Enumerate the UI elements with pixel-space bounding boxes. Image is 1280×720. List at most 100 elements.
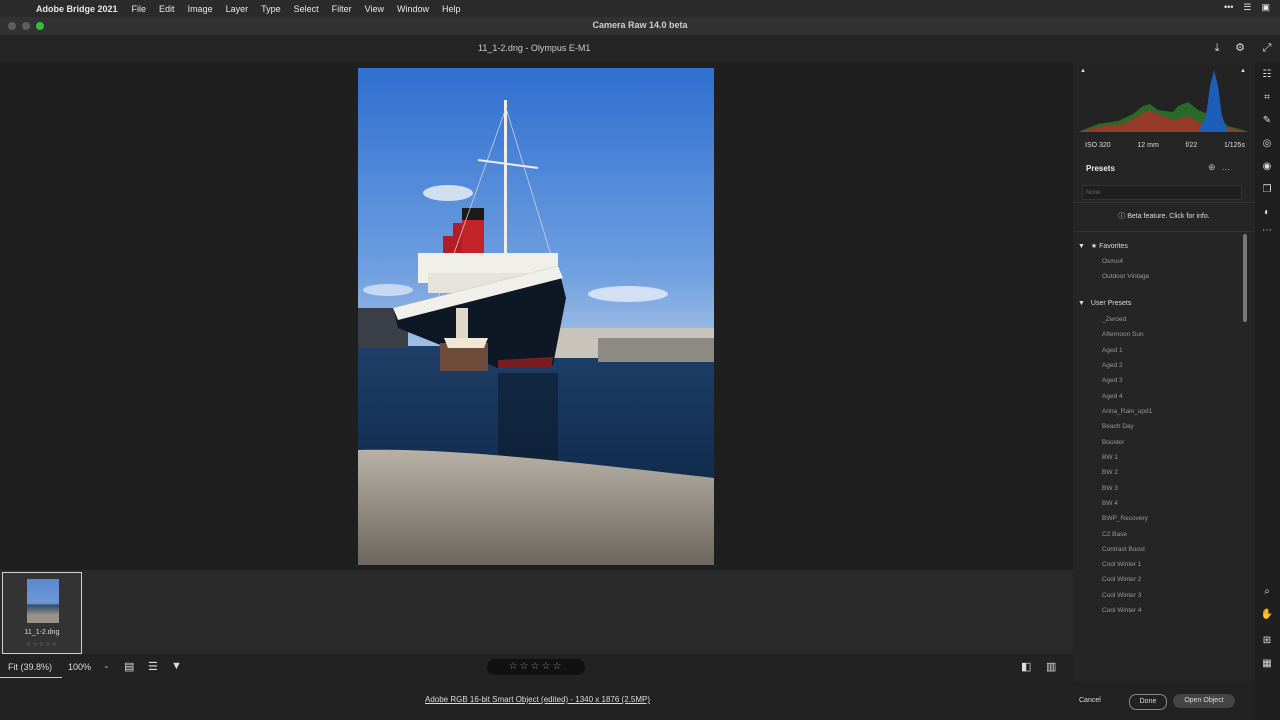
grid-icon[interactable]: ▦ — [1260, 657, 1274, 671]
sort-icon[interactable]: ☰ — [148, 660, 158, 673]
menu-edit[interactable]: Edit — [159, 4, 175, 14]
snapshots-icon[interactable]: ❐ — [1260, 183, 1274, 197]
preset-item[interactable]: Aged 4 — [1102, 393, 1123, 400]
toggle-sampler-icon[interactable]: ⊞ — [1260, 634, 1274, 648]
compare-icon[interactable]: ▥ — [1046, 660, 1056, 673]
preset-item[interactable]: BW 2 — [1102, 469, 1118, 476]
exif-shutter: 1/125s — [1223, 142, 1245, 149]
file-title: 11_1-2.dng - Olympus E-M1 — [478, 43, 591, 53]
thumbnail-filename: 11_1-2.dng — [24, 629, 60, 636]
exif-aperture: f/22 — [1185, 142, 1198, 149]
preset-item[interactable]: BW 1 — [1102, 454, 1118, 461]
disclosure-triangle-icon[interactable]: ▼ — [1078, 300, 1085, 307]
menu-help[interactable]: Help — [442, 4, 461, 14]
histogram[interactable]: ▲ ▲ — [1078, 66, 1248, 136]
menu-type[interactable]: Type — [261, 4, 281, 14]
gear-icon[interactable]: ⚙ — [1233, 41, 1247, 55]
user-presets-group[interactable]: ▼ User Presets — [1078, 300, 1131, 307]
thumbnail-image — [27, 579, 59, 623]
preset-item[interactable]: Cool Winter 4 — [1102, 607, 1141, 614]
cancel-button[interactable]: Cancel — [1079, 694, 1101, 708]
photo-preview[interactable] — [358, 68, 714, 565]
preset-item[interactable]: Cool Winter 3 — [1102, 592, 1141, 599]
open-object-button[interactable]: Open Object — [1173, 694, 1235, 708]
presets-actions: ⊕… — [1208, 162, 1237, 173]
preset-item[interactable]: Beach Day — [1102, 423, 1134, 430]
preset-item[interactable]: Afternoon Sun — [1102, 331, 1144, 338]
menubar: Adobe Bridge 2021 File Edit Image Layer … — [0, 0, 1280, 17]
red-eye-icon[interactable]: ◉ — [1260, 160, 1274, 174]
exif-info: ISO 320 12 mm f/22 1/125s — [1085, 142, 1245, 149]
filmstrip: 11_1-2.dng ☆☆☆☆☆ — [0, 570, 1073, 654]
disclosure-triangle-icon[interactable]: ▼ — [1078, 243, 1085, 250]
before-after-icon[interactable]: ◧ — [1021, 660, 1031, 673]
filmstrip-thumbnail[interactable]: 11_1-2.dng ☆☆☆☆☆ — [2, 572, 82, 654]
preset-item[interactable]: Cool Winter 2 — [1102, 576, 1141, 583]
menu-select[interactable]: Select — [294, 4, 319, 14]
tool-strip: ☷ ⌗ ✎ ◎ ◉ ❐ ◐ ⋯ ⌕ ✋ ⊞ ▦ — [1255, 62, 1280, 720]
info-icon: ⓘ — [1118, 213, 1126, 220]
more-options-icon[interactable]: … — [1222, 162, 1237, 172]
filmstrip-toggle-icon[interactable]: ▤ — [124, 660, 134, 673]
zoom-100-button[interactable]: 100% — [68, 662, 91, 672]
zoom-dropdown-icon[interactable]: ⌄ — [103, 661, 110, 670]
hand-tool-icon[interactable]: ✋ — [1260, 608, 1274, 622]
star-rating[interactable]: ☆☆☆☆☆ — [487, 659, 585, 675]
preset-item[interactable]: Cool Winter 1 — [1102, 561, 1141, 568]
preset-amount-field[interactable]: None — [1082, 185, 1242, 200]
preset-item[interactable]: Outdoor Vintage — [1102, 273, 1149, 280]
preset-item[interactable]: Booster — [1102, 439, 1124, 446]
menu-layer[interactable]: Layer — [226, 4, 249, 14]
file-header: 11_1-2.dng - Olympus E-M1 ⤓ ⚙ ⤢ — [0, 36, 1280, 62]
preset-item[interactable]: _Zeroed — [1102, 316, 1126, 323]
new-preset-icon[interactable]: ⊕ — [1208, 162, 1222, 172]
control-center-icon[interactable]: ☰ — [1243, 2, 1251, 13]
preset-item[interactable]: BW 4 — [1102, 500, 1118, 507]
healing-brush-icon[interactable]: ✎ — [1260, 114, 1274, 128]
image-canvas[interactable] — [0, 62, 1073, 570]
beta-info-banner[interactable]: ⓘ Beta feature. Click for info. — [1073, 202, 1255, 232]
more-tools-icon[interactable]: ⋯ — [1260, 224, 1274, 238]
menu-view[interactable]: View — [365, 4, 384, 14]
preset-item[interactable]: Aged 1 — [1102, 347, 1123, 354]
zoom-fit-button[interactable]: Fit (39.8%) — [0, 662, 63, 678]
preset-item[interactable]: Contrast Boost — [1102, 546, 1145, 553]
menu-filter[interactable]: Filter — [332, 4, 352, 14]
window-titlebar: Camera Raw 14.0 beta — [0, 17, 1280, 36]
preset-item[interactable]: C2 Base — [1102, 531, 1127, 538]
workflow-options-link[interactable]: Adobe RGB 16-bit Smart Object (edited) -… — [425, 695, 650, 704]
masking-icon[interactable]: ◎ — [1260, 137, 1274, 151]
exif-iso: ISO 320 — [1085, 142, 1111, 149]
svg-text:▲: ▲ — [1080, 68, 1086, 74]
presets-icon[interactable]: ◐ — [1260, 206, 1274, 220]
edit-sliders-icon[interactable]: ☷ — [1260, 68, 1274, 82]
more-icon[interactable]: ••• — [1224, 2, 1233, 13]
dialog-footer: Cancel Done Open Object — [1073, 682, 1255, 720]
menu-file[interactable]: File — [132, 4, 147, 14]
preset-item[interactable]: Aged 2 — [1102, 362, 1123, 369]
app-menu[interactable]: Adobe Bridge 2021 — [36, 4, 118, 14]
presets-scrollbar[interactable] — [1243, 234, 1247, 322]
right-panel: ▲ ▲ ISO 320 12 mm f/22 1/125s Presets ⊕…… — [1073, 62, 1255, 720]
menu-window[interactable]: Window — [397, 4, 429, 14]
thumbnail-rating[interactable]: ☆☆☆☆☆ — [3, 641, 81, 648]
menu-image[interactable]: Image — [188, 4, 213, 14]
exif-focal: 12 mm — [1137, 142, 1159, 149]
fullscreen-icon[interactable]: ⤢ — [1260, 41, 1274, 55]
save-icon[interactable]: ⤓ — [1210, 41, 1224, 55]
user-presets-label: User Presets — [1090, 300, 1132, 307]
zoom-tool-icon[interactable]: ⌕ — [1260, 585, 1274, 599]
preset-item[interactable]: BW 3 — [1102, 485, 1118, 492]
star-icon: ★ — [1090, 243, 1098, 250]
screen-icon[interactable]: ▣ — [1261, 2, 1270, 13]
filter-icon[interactable]: ▼ — [171, 660, 182, 672]
beta-note: Beta feature. Click for info. — [1127, 213, 1210, 220]
preset-item[interactable]: Aged 3 — [1102, 377, 1123, 384]
preset-item[interactable]: Arina_Rain_upd1 — [1102, 408, 1152, 415]
favorites-group[interactable]: ▼ ★ Favorites — [1078, 242, 1128, 250]
preset-item[interactable]: BWP_Recovery — [1102, 515, 1148, 522]
crop-icon[interactable]: ⌗ — [1260, 91, 1274, 105]
preset-item[interactable]: Osmo4 — [1102, 258, 1123, 265]
svg-text:▲: ▲ — [1240, 68, 1246, 74]
done-button[interactable]: Done — [1129, 694, 1167, 710]
